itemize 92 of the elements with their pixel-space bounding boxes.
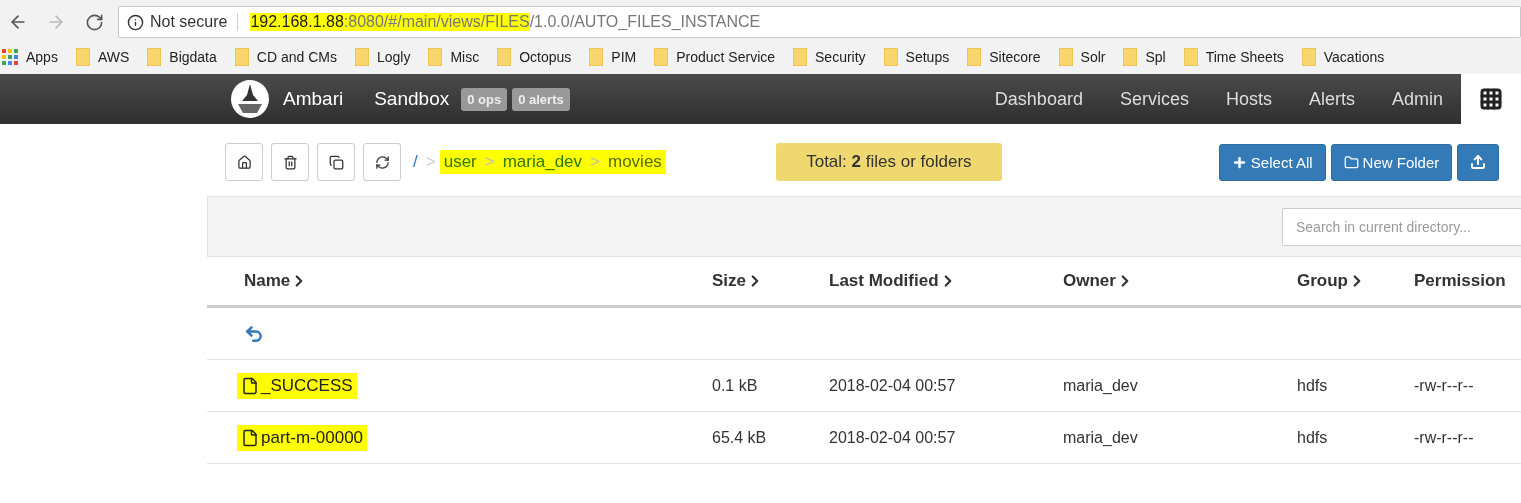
new-folder-button[interactable]: New Folder: [1330, 143, 1453, 181]
size-cell-text: 65.4 kB: [712, 428, 768, 447]
bookmark-link[interactable]: Misc: [450, 49, 480, 65]
trash-icon: [282, 154, 298, 170]
folder-icon: [147, 48, 162, 66]
bookmark-link[interactable]: PIM: [611, 49, 637, 65]
column-header[interactable]: Size: [712, 271, 829, 291]
folder-icon: [1183, 48, 1198, 66]
file-name[interactable]: part-m-00000: [237, 424, 368, 451]
home-icon: [236, 154, 252, 170]
copy-icon: [328, 154, 344, 170]
bookmark-link[interactable]: Octopus: [519, 49, 572, 65]
nav-link[interactable]: Alerts: [1308, 88, 1355, 110]
column-header[interactable]: Permission: [1414, 271, 1521, 291]
folder-icon: [967, 48, 982, 66]
bookmark-link[interactable]: Logly: [376, 49, 411, 65]
bookmark-link[interactable]: AWS: [97, 49, 130, 65]
bookmark-link[interactable]: Apps: [26, 49, 58, 65]
folder-icon: [234, 48, 249, 66]
brand-name[interactable]: Ambari: [283, 88, 344, 110]
nav-link[interactable]: Admin: [1391, 88, 1443, 110]
folder-icon: [1301, 48, 1316, 66]
folder-icon: [654, 48, 669, 66]
bookmark-link[interactable]: Solr: [1080, 49, 1106, 65]
root-link[interactable]: /: [409, 150, 422, 174]
bookmark-link[interactable]: Bigdata: [169, 49, 217, 65]
back-arrow-icon[interactable]: [244, 323, 264, 344]
permission-cell-text: -rw-r--r--: [1414, 428, 1475, 447]
search-field[interactable]: Search in current directory...: [1282, 207, 1521, 246]
cluster-name: Sandbox: [374, 88, 450, 110]
bookmark-link[interactable]: CD and CMs: [256, 49, 337, 65]
column-header[interactable]: Last Modified: [829, 271, 1063, 291]
apps-icon: [2, 49, 18, 65]
breadcrumb-separator: >: [586, 150, 604, 174]
bookmark-link[interactable]: Setups: [905, 49, 950, 65]
info-icon: [127, 13, 144, 31]
reload-icon: [84, 12, 104, 32]
total-count: Total: 2 files or folders: [775, 143, 1002, 181]
bookmark-link[interactable]: Product Service: [676, 49, 776, 65]
breadcrumb-link[interactable]: user: [439, 150, 481, 174]
delete-button[interactable]: [271, 143, 309, 181]
security-label: Not secure: [150, 13, 239, 31]
owner-cell-text: maria_dev: [1063, 428, 1139, 447]
modified-cell-text: 2018-02-04 00:57: [829, 428, 957, 447]
file-icon: [241, 376, 259, 395]
views-menu-button[interactable]: [1461, 74, 1521, 124]
folder-icon: [1058, 48, 1073, 66]
nav-link[interactable]: Dashboard: [994, 88, 1083, 110]
address-bar[interactable]: Not secure 192.168.1.88:8080/#/main/views/FILES/1.0.0/AUTO_FILES_INSTANCE: [118, 6, 1521, 38]
folder-icon: [1123, 48, 1138, 66]
copy-button[interactable]: [317, 143, 355, 181]
group-cell-text: hdfs: [1297, 376, 1329, 395]
folder-icon: [75, 48, 90, 66]
folder-icon: [354, 48, 369, 66]
breadcrumb-link[interactable]: maria_dev: [498, 150, 587, 174]
permission-cell-text: -rw-r--r--: [1414, 376, 1475, 395]
url-path: /1.0.0/AUTO_FILES_INSTANCE: [529, 13, 761, 31]
nav-link[interactable]: Hosts: [1225, 88, 1272, 110]
refresh-icon: [374, 154, 390, 170]
nav-link[interactable]: Services: [1119, 88, 1189, 110]
upload-icon: [1470, 154, 1487, 170]
file-icon: [241, 428, 259, 447]
folder-icon: [428, 48, 443, 66]
upload-button[interactable]: [1457, 143, 1500, 181]
owner-cell-text: maria_dev: [1063, 376, 1139, 395]
size-cell-text: 0.1 kB: [712, 376, 759, 395]
plus-icon: [1231, 154, 1247, 170]
url-host: 192.168.1.88: [250, 13, 344, 31]
folder-icon: [589, 48, 604, 66]
bookmark-link[interactable]: Spl: [1145, 49, 1166, 65]
logo-icon: [230, 79, 270, 119]
column-header[interactable]: Owner: [1063, 271, 1297, 291]
folder-icon: [497, 48, 512, 66]
file-name[interactable]: _SUCCESS: [237, 372, 357, 399]
column-header[interactable]: Group: [1297, 271, 1414, 291]
grid-icon: [1479, 87, 1503, 111]
folder-icon: [793, 48, 808, 66]
bookmark-link[interactable]: Vacations: [1323, 49, 1385, 65]
folder-icon: [883, 48, 898, 66]
group-cell-text: hdfs: [1297, 428, 1329, 447]
bookmark-link[interactable]: Time Sheets: [1205, 49, 1284, 65]
refresh-button[interactable]: [363, 143, 401, 181]
breadcrumb-separator: >: [424, 151, 437, 173]
bookmark-link[interactable]: Sitecore: [989, 49, 1041, 65]
folder-icon: [1343, 154, 1359, 170]
column-header[interactable]: Name: [244, 271, 712, 291]
breadcrumb-link[interactable]: movies: [604, 150, 666, 174]
select-all-button[interactable]: Select All: [1218, 143, 1326, 181]
home-button[interactable]: [225, 143, 263, 181]
url-path: :8080/#/main/views/FILES: [343, 13, 530, 31]
bookmark-link[interactable]: Security: [815, 49, 866, 65]
modified-cell-text: 2018-02-04 00:57: [829, 376, 957, 395]
